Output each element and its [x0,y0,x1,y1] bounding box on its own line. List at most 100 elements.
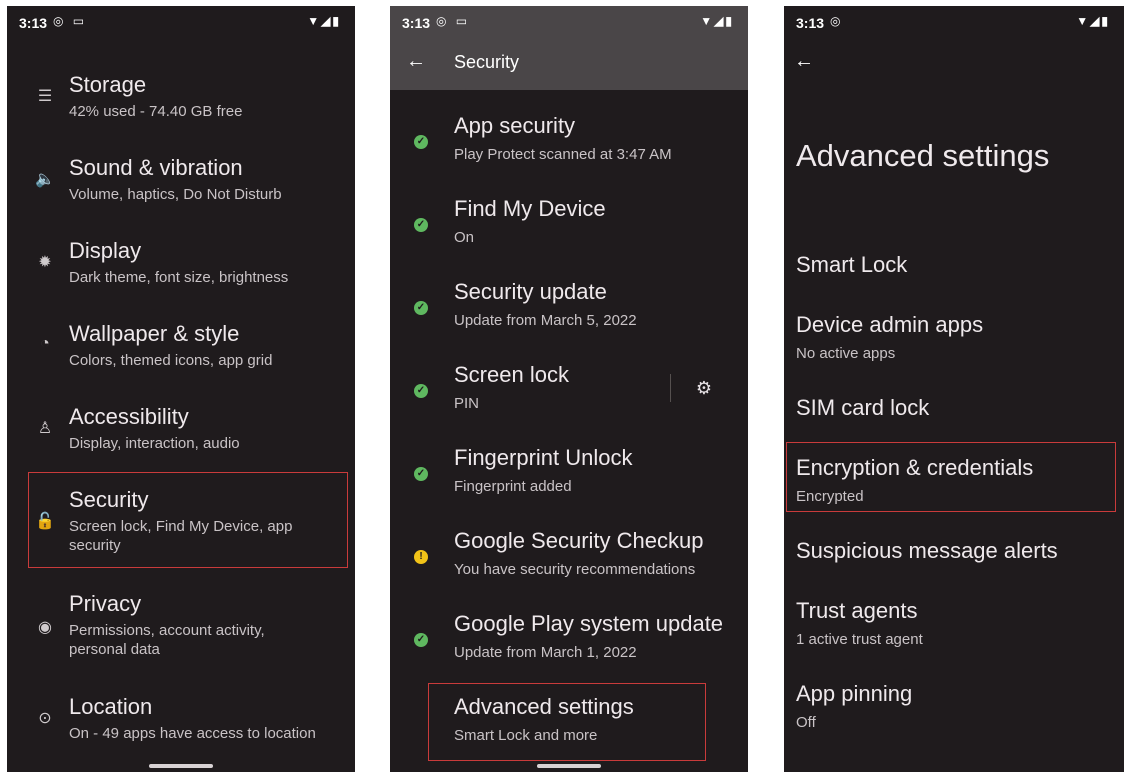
settings-item-security[interactable]: 🔓 Security Screen lock, Find My Device, … [7,485,355,565]
gesture-nav-handle[interactable] [149,764,213,768]
item-subtitle: Fingerprint added [454,478,572,495]
item-subtitle: Encrypted [796,488,864,505]
back-arrow-icon[interactable]: ← [794,50,814,73]
wifi-signal-battery-icons: ▼◢▮ [700,14,734,28]
item-title: Wallpaper & style [69,321,240,346]
divider [670,374,671,402]
item-title: Accessibility [69,404,189,429]
security-item-security-update[interactable]: ✓ Security update Update from March 5, 2… [390,279,748,339]
advanced-item-encryption[interactable]: Encryption & credentials Encrypted [784,455,1124,515]
back-arrow-icon[interactable]: ← [406,50,426,73]
gear-icon[interactable]: ⚙ [696,378,712,399]
app-bar: 3:13 ◎ ▭ ▼◢▮ ← Security [390,6,748,90]
item-subtitle: Colors, themed icons, app grid [69,352,273,369]
status-time: 3:13 [19,15,48,31]
item-title: Advanced settings [454,694,634,719]
item-subtitle: No active apps [796,345,896,362]
settings-item-display[interactable]: ✹ Display Dark theme, font size, brightn… [7,236,355,296]
status-bar: 3:13 ◎ ▭ ▼◢▮ [7,6,355,38]
security-item-screen-lock[interactable]: ✓ Screen lock PIN ⚙ [390,362,748,422]
item-title: Google Security Checkup [454,528,704,553]
item-subtitle: Update from March 5, 2022 [454,312,637,329]
item-title: Location [69,694,153,719]
storage-icon: ☰ [37,88,53,105]
security-item-app-security[interactable]: ✓ App security Play Protect scanned at 3… [390,113,748,173]
settings-panel: 3:13 ◎ ▭ ▼◢▮ ☰ Storage 42% used - 74.40 … [7,6,355,772]
page-title: Security [454,52,520,72]
item-title: Device admin apps [796,312,984,337]
item-title: Display [69,238,142,263]
check-circle-icon: ✓ [414,135,428,149]
settings-item-location[interactable]: ⊙ Location On - 49 apps have access to l… [7,692,355,752]
item-title: App pinning [796,681,913,706]
check-circle-icon: ✓ [414,218,428,232]
advanced-item-smart-lock[interactable]: Smart Lock [784,252,1124,292]
item-subtitle: Play Protect scanned at 3:47 AM [454,146,672,163]
check-circle-icon: ✓ [414,467,428,481]
item-title: App security [454,113,576,138]
item-title: Screen lock [454,362,569,387]
lock-icon: 🔓 [35,513,55,530]
advanced-item-trust-agents[interactable]: Trust agents 1 active trust agent [784,598,1124,658]
item-title: SIM card lock [796,395,930,420]
item-subtitle: Update from March 1, 2022 [454,644,637,661]
item-title: Storage [69,72,147,97]
status-time: 3:13 [402,15,431,31]
security-item-security-checkup[interactable]: ! Google Security Checkup You have secur… [390,528,748,588]
item-subtitle: You have security recommendations [454,561,696,578]
advanced-settings-panel: 3:13 ◎ ▼◢▮ ← Advanced settings Smart Loc… [784,6,1124,772]
item-title: Google Play system update [454,611,724,636]
settings-item-wallpaper[interactable]: ◔ Wallpaper & style Colors, themed icons… [7,319,355,379]
advanced-item-app-pinning[interactable]: App pinning Off [784,681,1124,741]
item-subtitle: 1 active trust agent [796,631,923,648]
item-subtitle: Volume, haptics, Do Not Disturb [69,186,282,203]
item-subtitle: On - 49 apps have access to location [69,725,316,742]
item-title: Security update [454,279,607,304]
item-subtitle: On [454,229,475,246]
item-subtitle: Dark theme, font size, brightness [69,269,289,286]
item-title: Fingerprint Unlock [454,445,633,470]
item-subtitle: PIN [454,395,480,412]
advanced-item-suspicious-message-alerts[interactable]: Suspicious message alerts [784,538,1124,578]
check-circle-icon: ✓ [414,301,428,315]
security-item-fingerprint[interactable]: ✓ Fingerprint Unlock Fingerprint added [390,445,748,505]
security-item-find-my-device[interactable]: ✓ Find My Device On [390,196,748,256]
item-subtitle: Off [796,714,816,731]
notification-icons: ◎ ▭ [436,14,471,28]
item-title: Trust agents [796,598,918,623]
item-title: Sound & vibration [69,155,243,180]
item-title: Security [69,487,149,512]
security-item-advanced-settings[interactable]: Advanced settings Smart Lock and more [390,694,748,754]
warning-icon: ! [414,550,428,564]
speaker-icon: 🔈 [35,171,55,188]
gesture-nav-handle[interactable] [537,764,601,768]
wifi-signal-battery-icons: ▼◢▮ [307,14,341,28]
advanced-item-sim-card-lock[interactable]: SIM card lock [784,395,1124,435]
settings-item-sound[interactable]: 🔈 Sound & vibration Volume, haptics, Do … [7,153,355,213]
security-item-play-system-update[interactable]: ✓ Google Play system update Update from … [390,611,748,671]
item-title: Encryption & credentials [796,455,1034,480]
page-title: Advanced settings [796,138,1050,173]
settings-item-storage[interactable]: ☰ Storage 42% used - 74.40 GB free [7,70,355,130]
item-title: Find My Device [454,196,606,221]
item-subtitle: Permissions, account activity, personal … [69,622,265,658]
settings-item-privacy[interactable]: ◉ Privacy Permissions, account activity,… [7,589,355,669]
notification-icons: ◎ ▭ [53,14,88,28]
item-subtitle: Screen lock, Find My Device, app securit… [69,518,293,554]
status-time: 3:13 [796,15,825,31]
item-title: Suspicious message alerts [796,538,1058,563]
status-bar: 3:13 ◎ ▭ ▼◢▮ [390,6,748,38]
settings-item-accessibility[interactable]: ♙ Accessibility Display, interaction, au… [7,402,355,462]
notification-icons: ◎ [830,14,844,28]
check-circle-icon: ✓ [414,384,428,398]
location-pin-icon: ⊙ [38,710,52,727]
item-title: Smart Lock [796,252,908,277]
security-panel: 3:13 ◎ ▭ ▼◢▮ ← Security ✓ App security P… [390,6,748,772]
wifi-signal-battery-icons: ▼◢▮ [1076,14,1110,28]
palette-icon: ◔ [40,335,50,352]
advanced-item-device-admin[interactable]: Device admin apps No active apps [784,312,1124,372]
accessibility-icon: ♙ [37,420,53,437]
check-circle-icon: ✓ [414,633,428,647]
brightness-icon: ✹ [38,254,52,271]
item-title: Privacy [69,591,142,616]
